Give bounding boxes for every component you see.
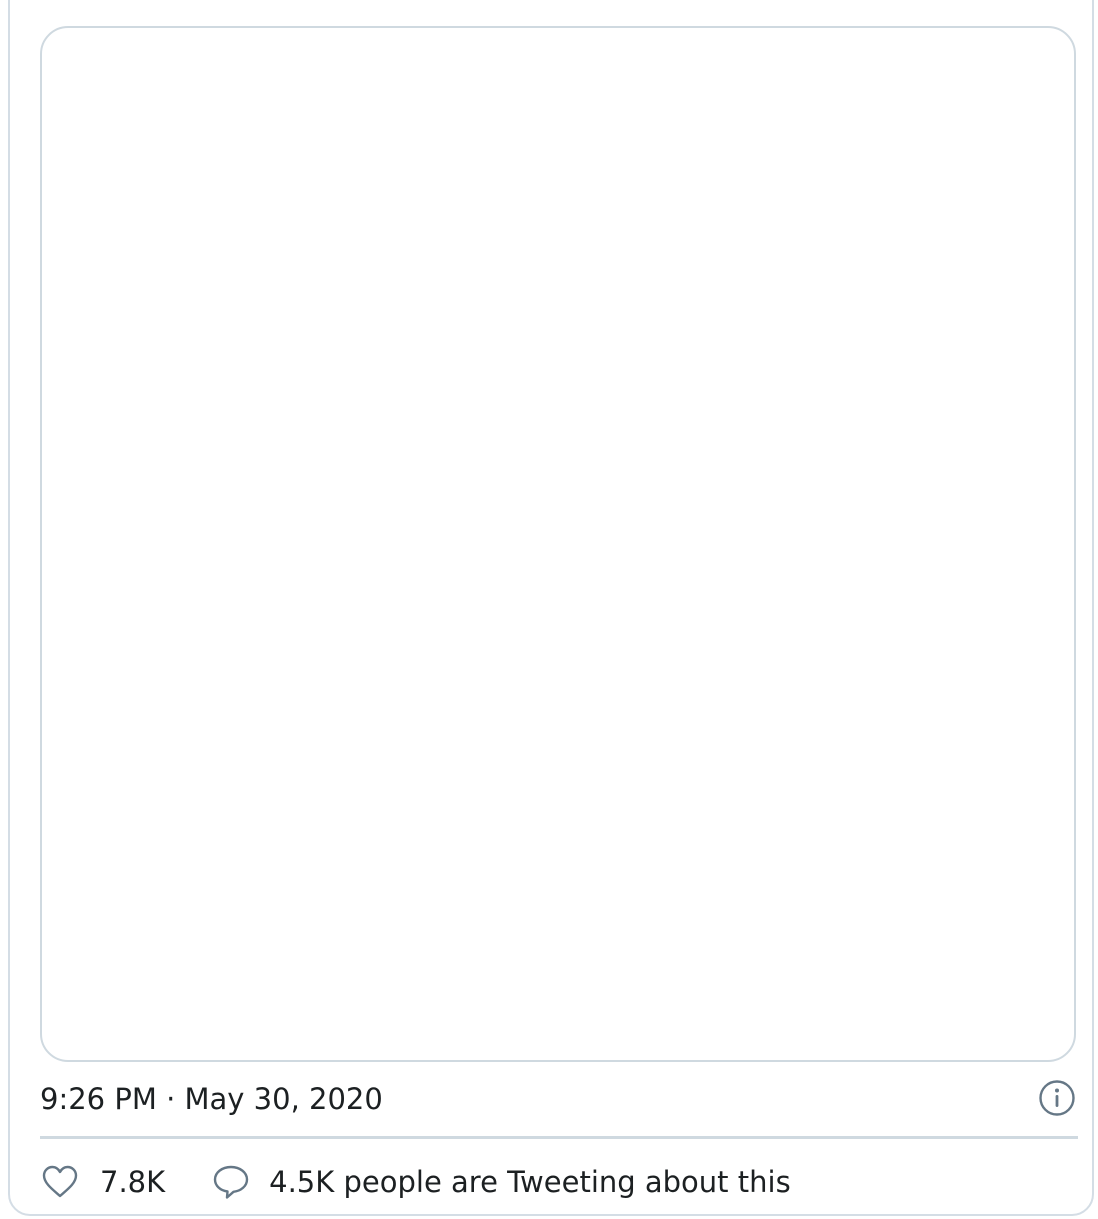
conversation-link[interactable]: 4.5K people are Tweeting about this (211, 1162, 791, 1202)
media-placeholder[interactable] (40, 26, 1076, 1062)
speech-bubble-icon (213, 1165, 249, 1199)
like-button[interactable]: 7.8K (40, 1162, 165, 1202)
tweet-actions: 7.8K 4.5K people are Tweeting about this (40, 1160, 791, 1204)
like-count: 7.8K (100, 1165, 166, 1199)
info-icon[interactable] (1038, 1079, 1076, 1117)
divider (40, 1136, 1078, 1139)
conversation-count-text: 4.5K people are Tweeting about this (269, 1165, 791, 1199)
heart-icon (42, 1165, 78, 1198)
tweet-timestamp[interactable]: 9:26 PM · May 30, 2020 (40, 1080, 383, 1118)
